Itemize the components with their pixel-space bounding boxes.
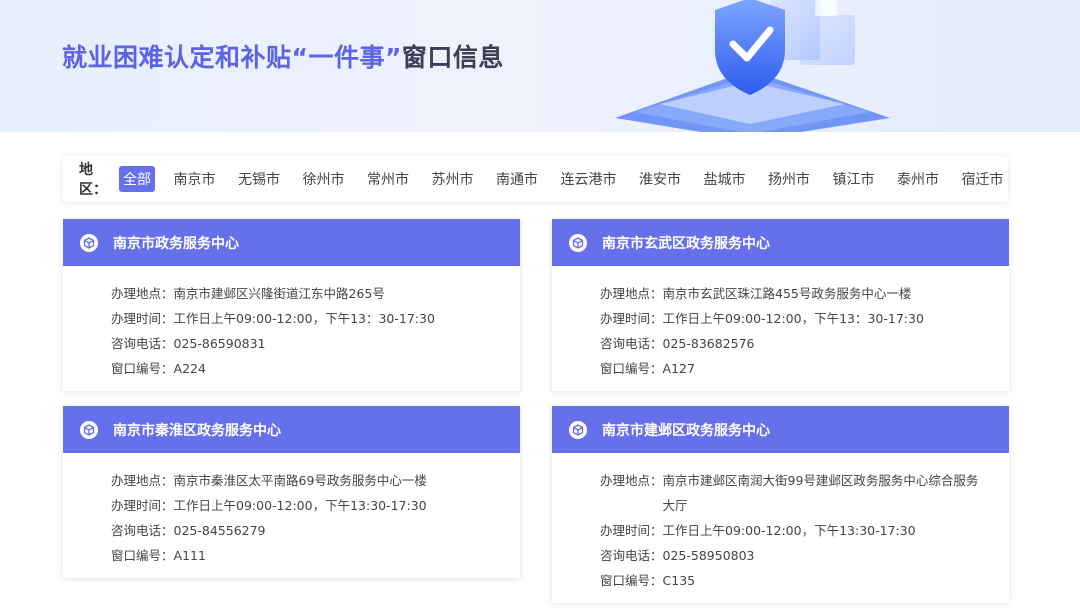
card-header: 南京市秦淮区政务服务中心 bbox=[63, 406, 520, 453]
region-filter-item[interactable]: 镇江市 bbox=[829, 166, 879, 192]
address-value: 南京市建邺区兴隆街道江东中路265号 bbox=[173, 286, 385, 301]
card-header: 南京市政务服务中心 bbox=[63, 219, 520, 266]
region-filter-item[interactable]: 淮安市 bbox=[635, 166, 685, 192]
card-title: 南京市政务服务中心 bbox=[113, 235, 239, 252]
page-title-quote: “一件事” bbox=[291, 43, 402, 72]
service-center-card: 南京市建邺区政务服务中心 办理地点： 南京市建邺区南润大街99号建邺区政务服务中心… bbox=[552, 406, 1009, 603]
window-row: 窗口编号： C135 bbox=[600, 568, 1009, 593]
region-filter-item[interactable]: 苏州市 bbox=[428, 166, 478, 192]
address-row: 办理地点： 南京市建邺区兴隆街道江东中路265号 bbox=[111, 281, 520, 306]
window-label: 窗口编号： bbox=[111, 548, 174, 563]
address-label: 办理地点： bbox=[600, 286, 663, 301]
phone-label: 咨询电话： bbox=[600, 548, 663, 563]
cube-icon bbox=[80, 420, 98, 439]
region-filter-item[interactable]: 常州市 bbox=[363, 166, 413, 192]
card-header: 南京市建邺区政务服务中心 bbox=[552, 406, 1009, 453]
phone-label: 咨询电话： bbox=[111, 336, 174, 351]
phone-value: 025-86590831 bbox=[173, 336, 266, 351]
address-row: 办理地点： 南京市建邺区南润大街99号建邺区政务服务中心综合服务大厅 bbox=[600, 468, 1009, 518]
window-value: A224 bbox=[173, 361, 206, 376]
service-center-card: 南京市秦淮区政务服务中心 办理地点： 南京市秦淮区太平南路69号政务服务中心一楼 … bbox=[63, 406, 520, 578]
hours-label: 办理时间： bbox=[111, 311, 174, 326]
hours-row: 办理时间： 工作日上午09:00-12:00，下午13:30-17:30 bbox=[600, 518, 1009, 543]
card-body: 办理地点： 南京市秦淮区太平南路69号政务服务中心一楼 办理时间： 工作日上午09:… bbox=[63, 453, 520, 578]
card-header: 南京市玄武区政务服务中心 bbox=[552, 219, 1009, 266]
window-value: A111 bbox=[173, 548, 206, 563]
region-filter-label: 地区： bbox=[79, 162, 107, 198]
address-label: 办理地点： bbox=[600, 473, 663, 488]
region-filter-item[interactable]: 无锡市 bbox=[234, 166, 284, 192]
region-filter-item[interactable]: 扬州市 bbox=[764, 166, 814, 192]
phone-row: 咨询电话： 025-84556279 bbox=[111, 518, 520, 543]
phone-value: 025-83682576 bbox=[662, 336, 755, 351]
phone-label: 咨询电话： bbox=[111, 523, 174, 538]
address-row: 办理地点： 南京市玄武区珠江路455号政务服务中心一楼 bbox=[600, 281, 1009, 306]
phone-value: 025-58950803 bbox=[662, 548, 755, 563]
service-center-card: 南京市玄武区政务服务中心 办理地点： 南京市玄武区珠江路455号政务服务中心一楼 … bbox=[552, 219, 1009, 391]
address-row: 办理地点： 南京市秦淮区太平南路69号政务服务中心一楼 bbox=[111, 468, 520, 493]
window-row: 窗口编号： A111 bbox=[111, 543, 520, 568]
region-filter-item[interactable]: 全部 bbox=[119, 166, 155, 192]
address-label: 办理地点： bbox=[111, 473, 174, 488]
hours-value: 工作日上午09:00-12:00，下午13:30-17:30 bbox=[173, 498, 427, 513]
window-row: 窗口编号： A224 bbox=[111, 356, 520, 381]
hours-value: 工作日上午09:00-12:00，下午13:30-17:30 bbox=[662, 523, 916, 538]
region-filter-item[interactable]: 盐城市 bbox=[700, 166, 750, 192]
hours-label: 办理时间： bbox=[600, 311, 663, 326]
region-filter-item[interactable]: 南京市 bbox=[170, 166, 220, 192]
page-title-prefix: 就业困难认定和补贴 bbox=[62, 43, 292, 72]
card-body: 办理地点： 南京市玄武区珠江路455号政务服务中心一楼 办理时间： 工作日上午09:… bbox=[552, 266, 1009, 391]
address-value: 南京市秦淮区太平南路69号政务服务中心一楼 bbox=[173, 473, 427, 488]
cube-icon bbox=[569, 420, 587, 439]
hours-row: 办理时间： 工作日上午09:00-12:00，下午13：30-17:30 bbox=[111, 306, 520, 331]
service-center-card: 南京市政务服务中心 办理地点： 南京市建邺区兴隆街道江东中路265号 办理时间：工… bbox=[63, 219, 520, 391]
cube-icon bbox=[80, 233, 98, 252]
region-filter-item[interactable]: 连云港市 bbox=[557, 166, 621, 192]
hours-value: 工作日上午09:00-12:00，下午13：30-17:30 bbox=[662, 311, 924, 326]
card-title: 南京市玄武区政务服务中心 bbox=[602, 235, 770, 252]
hours-row: 办理时间： 工作日上午09:00-12:00，下午13:30-17:30 bbox=[111, 493, 520, 518]
address-label: 办理地点： bbox=[111, 286, 174, 301]
region-filter-item[interactable]: 南通市 bbox=[492, 166, 542, 192]
window-label: 窗口编号： bbox=[600, 573, 663, 588]
card-body: 办理地点： 南京市建邺区南润大街99号建邺区政务服务中心综合服务大厅 办理时间：工… bbox=[552, 453, 1009, 603]
page-title-suffix: 窗口信息 bbox=[401, 43, 504, 72]
card-title: 南京市建邺区政务服务中心 bbox=[602, 422, 770, 439]
phone-row: 咨询电话： 025-86590831 bbox=[111, 331, 520, 356]
hours-row: 办理时间： 工作日上午09:00-12:00，下午13：30-17:30 bbox=[600, 306, 1009, 331]
window-value: C135 bbox=[662, 573, 696, 588]
phone-row: 咨询电话： 025-58950803 bbox=[600, 543, 1009, 568]
hours-label: 办理时间： bbox=[111, 498, 174, 513]
page-title: 就业困难认定和补贴“一件事”窗口信息 bbox=[62, 38, 504, 74]
phone-row: 咨询电话： 025-83682576 bbox=[600, 331, 1009, 356]
address-value: 南京市建邺区南润大街99号建邺区政务服务中心综合服务大厅 bbox=[662, 473, 979, 513]
phone-label: 咨询电话： bbox=[600, 336, 663, 351]
region-filter-item[interactable]: 泰州市 bbox=[893, 166, 943, 192]
address-value: 南京市玄武区珠江路455号政务服务中心一楼 bbox=[662, 286, 912, 301]
window-label: 窗口编号： bbox=[600, 361, 663, 376]
region-filter-bar: 地区： 全部 南京市 无锡市 徐州市 常州市 苏州市 南通市 连云港市 淮安市 盐城市 扬州市 镇江市… bbox=[63, 156, 1008, 202]
region-list: 全部 南京市 无锡市 徐州市 常州市 苏州市 南通市 连云港市 淮安市 盐城市 扬州市 镇江市 泰州市宿… bbox=[119, 166, 1022, 192]
header-banner: 就业困难认定和补贴“一件事”窗口信息 bbox=[0, 0, 1080, 132]
card-body: 办理地点： 南京市建邺区兴隆街道江东中路265号 办理时间： 工作日上午09:00-… bbox=[63, 266, 520, 391]
window-value: A127 bbox=[662, 361, 695, 376]
window-row: 窗口编号： A127 bbox=[600, 356, 1009, 381]
hours-label: 办理时间： bbox=[600, 523, 663, 538]
cube-icon bbox=[569, 233, 587, 252]
region-filter-item[interactable]: 徐州市 bbox=[299, 166, 349, 192]
hours-value: 工作日上午09:00-12:00，下午13：30-17:30 bbox=[173, 311, 435, 326]
window-label: 窗口编号： bbox=[111, 361, 174, 376]
phone-value: 025-84556279 bbox=[173, 523, 266, 538]
shield-icon bbox=[615, 0, 890, 132]
card-title: 南京市秦淮区政务服务中心 bbox=[113, 422, 281, 439]
region-filter-item[interactable]: 宿迁市 bbox=[958, 166, 1008, 192]
